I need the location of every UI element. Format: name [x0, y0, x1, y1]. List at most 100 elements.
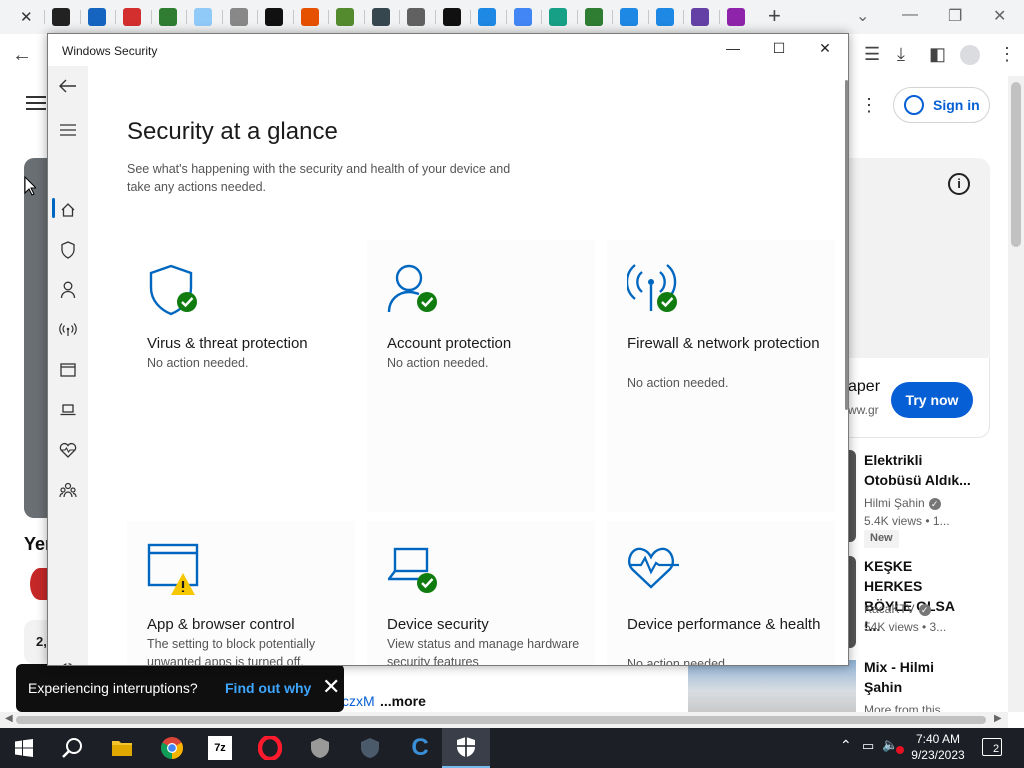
tab-favicon-icon[interactable] — [620, 8, 638, 26]
nav-settings[interactable] — [48, 652, 88, 665]
browser-close-icon[interactable]: ✕ — [993, 6, 1006, 26]
tile-status: No action needed. — [627, 657, 729, 666]
taskbar-clock[interactable]: 7:40 AM 9/23/2023 — [908, 732, 968, 762]
tab-favicon-icon[interactable] — [300, 8, 319, 26]
try-now-button[interactable]: Try now — [891, 382, 973, 418]
7zip-button[interactable]: 7z — [196, 728, 244, 768]
window-titlebar[interactable]: Windows Security — ☐ ✕ — [48, 34, 848, 66]
tile-virus-threat[interactable]: Virus & threat protection No action need… — [127, 240, 355, 512]
network-icon[interactable]: ▭ — [862, 738, 874, 754]
description-box[interactable]: 2, — [24, 620, 48, 664]
scroll-right-icon[interactable]: ▶ — [994, 713, 1002, 724]
page-scrollbar-thumb[interactable] — [1011, 82, 1021, 247]
minimize-button[interactable]: — — [710, 40, 756, 62]
chrome-button[interactable] — [148, 728, 196, 768]
rec-thumbnail[interactable] — [848, 450, 856, 542]
tab-favicon-icon[interactable] — [513, 8, 532, 26]
browser-tabstrip: ✕ + ⌄ — ❐ ✕ — [0, 0, 1024, 34]
snackbar-close-icon[interactable]: ✕ — [322, 676, 340, 698]
rec-title[interactable]: Mix - Hilmi Şahin — [864, 657, 974, 697]
browser-minimize-icon[interactable]: — — [902, 6, 918, 24]
tab-favicon-icon[interactable] — [442, 8, 461, 26]
nav-menu-button[interactable] — [48, 112, 88, 148]
browser-back-icon[interactable]: ← — [12, 44, 32, 67]
search-button[interactable] — [48, 728, 96, 768]
show-hidden-icons[interactable]: ⌃ — [840, 737, 852, 754]
tab-favicon-icon[interactable] — [229, 8, 248, 26]
view-count-partial: 2, — [36, 634, 47, 649]
tile-firewall[interactable]: Firewall & network protection No action … — [607, 240, 835, 512]
nav-family-options[interactable] — [48, 472, 88, 508]
verified-icon: ✓ — [928, 498, 941, 510]
browser-restore-icon[interactable]: ❐ — [948, 6, 962, 26]
new-tab-button[interactable]: + — [768, 5, 781, 27]
rec-title[interactable]: Elektrikli Otobüsü Aldık... — [864, 450, 974, 490]
tab-close-icon[interactable]: ✕ — [20, 8, 33, 26]
scroll-left-icon[interactable]: ◀ — [5, 713, 13, 724]
side-panel-icon[interactable]: ◧ — [929, 44, 946, 65]
nav-virus-protection[interactable] — [48, 232, 88, 268]
game-launcher-button[interactable] — [346, 728, 394, 768]
tab-favicon-icon[interactable] — [478, 8, 496, 26]
tab-search-icon[interactable]: ⌄ — [856, 6, 869, 26]
tab-favicon-icon[interactable] — [371, 8, 390, 26]
tab-favicon-icon[interactable] — [407, 8, 425, 26]
tile-account-protection[interactable]: Account protection No action needed. — [367, 240, 595, 512]
rec-thumbnail[interactable] — [688, 660, 856, 712]
reading-list-icon[interactable]: ☰ — [864, 44, 880, 65]
taskbar: 7z C ⌃ ▭ 🔈 7:40 AM 9/23/2023 2 — [0, 728, 1024, 768]
tab-favicon-icon[interactable] — [158, 8, 177, 26]
rec-thumbnail[interactable] — [848, 556, 856, 648]
horizontal-scrollbar-thumb[interactable] — [16, 716, 986, 724]
tab-favicon-icon[interactable] — [726, 8, 745, 26]
nav-firewall[interactable] — [48, 312, 88, 348]
page-menu-icon[interactable] — [26, 96, 46, 110]
content-scrollbar[interactable] — [845, 80, 848, 410]
tile-app-browser[interactable]: App & browser control The setting to blo… — [127, 521, 355, 665]
tab-favicon-icon[interactable] — [549, 8, 567, 26]
maximize-button[interactable]: ☐ — [756, 40, 802, 62]
tab-favicon-icon[interactable] — [584, 8, 603, 26]
tab-favicon-icon[interactable] — [265, 8, 283, 26]
tab-favicon-icon[interactable] — [52, 8, 70, 26]
show-more-link[interactable]: ...more — [380, 693, 426, 709]
notification-center-icon[interactable]: 2 — [982, 738, 1002, 756]
nav-app-browser[interactable] — [48, 352, 88, 388]
antenna-check-icon — [627, 264, 677, 312]
window-title: Windows Security — [62, 44, 158, 58]
nav-device-security[interactable] — [48, 392, 88, 428]
file-explorer-button[interactable] — [98, 728, 146, 768]
tab-favicon-icon[interactable] — [336, 8, 354, 26]
ad-title: aper — [848, 378, 881, 395]
tile-device-health[interactable]: Device performance & health No action ne… — [607, 521, 835, 666]
game-app-button[interactable] — [296, 728, 344, 768]
tab-separator — [292, 10, 294, 24]
tile-device-security[interactable]: Device security View status and manage h… — [367, 521, 595, 665]
ad-info-icon[interactable]: i — [948, 173, 970, 195]
profile-avatar[interactable] — [960, 45, 980, 65]
tab-favicon-icon[interactable] — [194, 8, 212, 26]
find-out-why-link[interactable]: Find out why — [225, 680, 311, 696]
tab-favicon-icon[interactable] — [655, 8, 674, 26]
page-more-icon[interactable]: ⋮ — [860, 95, 878, 116]
nav-device-health[interactable] — [48, 432, 88, 468]
opera-button[interactable] — [246, 728, 294, 768]
search-icon — [62, 738, 82, 758]
tab-favicon-icon[interactable] — [87, 8, 106, 26]
nav-home[interactable] — [48, 192, 88, 228]
windows-security-taskbar-button[interactable] — [442, 728, 490, 768]
verified-icon: ✓ — [918, 604, 931, 616]
download-icon[interactable]: ⤓ — [897, 44, 905, 65]
back-button[interactable] — [48, 68, 88, 104]
nav-account-protection[interactable] — [48, 272, 88, 308]
start-button[interactable] — [0, 728, 48, 768]
edge-button[interactable]: C — [396, 728, 444, 768]
account-icon — [904, 95, 924, 115]
tile-title: Device security — [387, 616, 489, 633]
description-link-partial[interactable]: czxM — [342, 693, 375, 709]
browser-menu-icon[interactable]: ⋮ — [998, 44, 1016, 65]
sign-in-button[interactable]: Sign in — [893, 87, 990, 123]
tab-favicon-icon[interactable] — [691, 8, 709, 26]
close-button[interactable]: ✕ — [802, 40, 848, 62]
tab-favicon-icon[interactable] — [123, 8, 141, 26]
